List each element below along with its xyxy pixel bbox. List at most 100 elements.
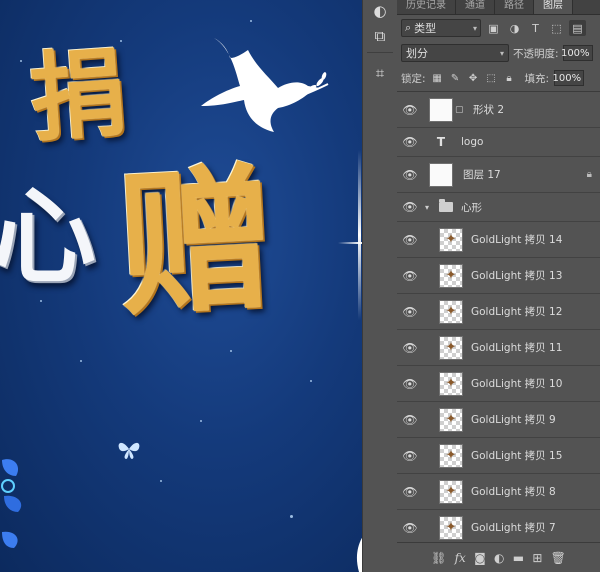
layer-row[interactable]: 👁︎ ✦ GoldLight 拷贝 13 — [397, 258, 600, 294]
eye-icon[interactable]: 👁︎ — [397, 135, 423, 149]
tab-channels[interactable]: 通道 — [456, 0, 495, 14]
layer-row[interactable]: 👁︎ ✦ GoldLight 拷贝 11 — [397, 330, 600, 366]
layer-name: 心形 — [461, 201, 482, 214]
layer-name: logo — [461, 136, 484, 148]
layer-row[interactable]: 👁︎ ✦ GoldLight 拷贝 7 — [397, 510, 600, 540]
layer-name: GoldLight 拷贝 13 — [471, 270, 563, 282]
chevron-down-icon: ▾ — [499, 48, 504, 58]
feather-icon — [356, 537, 362, 572]
filter-type-icon[interactable]: T — [527, 20, 544, 36]
lock-paint-icon[interactable]: ✎ — [449, 71, 462, 85]
opacity-label: 不透明度: — [513, 47, 559, 60]
layer-thumbnail: ✦ — [439, 407, 463, 432]
art-char-left: 心 — [0, 175, 97, 298]
leaves-icon — [1, 459, 22, 548]
filter-value: 类型 — [414, 22, 437, 35]
tab-paths[interactable]: 路径 — [495, 0, 534, 14]
layer-name: GoldLight 拷贝 10 — [471, 378, 563, 390]
divider — [367, 52, 393, 53]
layer-thumbnail — [429, 97, 453, 122]
mask-icon[interactable]: ◙ — [474, 551, 486, 565]
dove-icon — [201, 38, 329, 132]
layer-name: 形状 2 — [473, 104, 505, 116]
layers-bottom-bar: ⛓︎ fx ◙ ◐ ▬ ⊞ 🗑︎ — [397, 542, 600, 572]
layer-row[interactable]: 👁︎ T logo — [397, 128, 600, 157]
star — [80, 360, 82, 362]
layer-row[interactable]: 👁︎ ✦ GoldLight 拷贝 9 — [397, 402, 600, 438]
layer-thumbnail: ✦ — [439, 371, 463, 396]
layer-row[interactable]: 👁︎ ✦ GoldLight 拷贝 15 — [397, 438, 600, 474]
document-canvas[interactable]: 捐 心 赠 — [0, 0, 362, 572]
trash-icon[interactable]: 🗑︎ — [551, 551, 566, 565]
filter-pixel-icon[interactable]: ▣ — [485, 20, 502, 36]
link-icon[interactable]: ⛓︎ — [431, 551, 446, 565]
star — [20, 60, 22, 62]
lock-all-icon[interactable]: 🔒︎ — [503, 71, 516, 85]
layer-row[interactable]: 👁︎ 图层 17 🔒︎ — [397, 157, 600, 193]
opacity-field[interactable]: 100% — [561, 45, 593, 61]
eye-icon[interactable]: 👁︎ — [397, 413, 423, 427]
panel-tabs: 历史记录 通道 路径 图层 — [397, 0, 600, 15]
sparkle-icon: ✦ — [445, 232, 457, 247]
fill-label: 填充: — [524, 72, 550, 85]
lock-artboard-icon[interactable]: ⬚ — [485, 71, 498, 85]
art-char-top: 捐 — [26, 35, 130, 156]
link-icon: ▢ — [455, 104, 464, 115]
tab-history[interactable]: 历史记录 — [397, 0, 456, 14]
tab-layers[interactable]: 图层 — [534, 0, 573, 14]
eye-icon[interactable]: 👁︎ — [397, 449, 423, 463]
eye-icon[interactable]: 👁︎ — [397, 377, 423, 391]
quick-mask-icon[interactable]: ◐ — [363, 0, 397, 22]
fill-field[interactable]: 100% — [553, 70, 585, 86]
sparkle-icon: ✦ — [445, 340, 457, 355]
sparkle-icon: ✦ — [445, 412, 457, 427]
eye-icon[interactable]: 👁︎ — [397, 269, 423, 283]
filter-shape-icon[interactable]: ⬚ — [548, 20, 565, 36]
eye-icon[interactable]: 👁︎ — [397, 200, 423, 214]
star — [160, 480, 162, 482]
new-layer-icon[interactable]: ⊞ — [532, 551, 542, 565]
layer-row[interactable]: 👁︎ ✦ GoldLight 拷贝 10 — [397, 366, 600, 402]
eye-icon[interactable]: 👁︎ — [397, 521, 423, 535]
layer-thumbnail: ✦ — [439, 227, 463, 252]
layer-name: 图层 17 — [463, 169, 501, 181]
lock-move-icon[interactable]: ✥ — [467, 71, 480, 85]
lock-label: 锁定: — [401, 72, 426, 85]
text-layer-icon: T — [436, 135, 446, 149]
eye-icon[interactable]: 👁︎ — [397, 341, 423, 355]
layer-name: GoldLight 拷贝 11 — [471, 342, 563, 354]
folder-icon[interactable]: ▬ — [513, 551, 524, 565]
blend-mode-value: 划分 — [406, 47, 428, 60]
layer-row[interactable]: 👁︎ ▢ 形状 2 — [397, 92, 600, 128]
eye-icon[interactable]: 👁︎ — [397, 305, 423, 319]
screen-mode-icon[interactable]: ⧉ — [363, 22, 397, 50]
layer-name: GoldLight 拷贝 15 — [471, 450, 563, 462]
eye-icon[interactable]: 👁︎ — [397, 103, 423, 117]
light-flare — [358, 150, 361, 320]
sparkle-icon: ✦ — [445, 484, 457, 499]
star — [40, 300, 42, 302]
layer-thumbnail: ✦ — [439, 443, 463, 468]
adjustment-icon[interactable]: ◐ — [494, 551, 504, 565]
lock-icon: 🔒︎ — [586, 169, 592, 180]
eye-icon[interactable]: 👁︎ — [397, 233, 423, 247]
lock-transparent-icon[interactable]: ▦ — [431, 71, 444, 85]
eye-icon[interactable]: 👁︎ — [397, 485, 423, 499]
filter-adjustment-icon[interactable]: ◑ — [506, 20, 523, 36]
chevron-down-icon: ▾ — [472, 23, 477, 33]
layer-row[interactable]: 👁︎ ✦ GoldLight 拷贝 12 — [397, 294, 600, 330]
search-icon: ⌕ — [405, 21, 412, 34]
crop-icon[interactable]: ⌗ — [363, 59, 397, 87]
layer-row[interactable]: 👁︎ ✦ GoldLight 拷贝 14 — [397, 222, 600, 258]
layer-name: GoldLight 拷贝 9 — [471, 414, 556, 426]
eye-icon[interactable]: 👁︎ — [397, 168, 423, 182]
chevron-down-icon[interactable]: ▾ — [425, 203, 437, 212]
blend-mode-select[interactable]: 划分 ▾ — [401, 44, 509, 62]
filter-smart-object-icon[interactable]: ▤ — [569, 20, 586, 36]
layer-row[interactable]: 👁︎ ✦ GoldLight 拷贝 8 — [397, 474, 600, 510]
fx-icon[interactable]: fx — [455, 551, 466, 565]
layers-list: 👁︎ ▢ 形状 2 👁︎ T logo 👁︎ 图层 17 🔒︎ 👁︎ ▾ 心形 … — [397, 92, 600, 540]
tool-strip: ◐ ⧉ ⌗ — [362, 0, 398, 572]
layer-group-row[interactable]: 👁︎ ▾ 心形 — [397, 193, 600, 222]
layer-filter-select[interactable]: ⌕ 类型 ▾ — [401, 19, 481, 37]
